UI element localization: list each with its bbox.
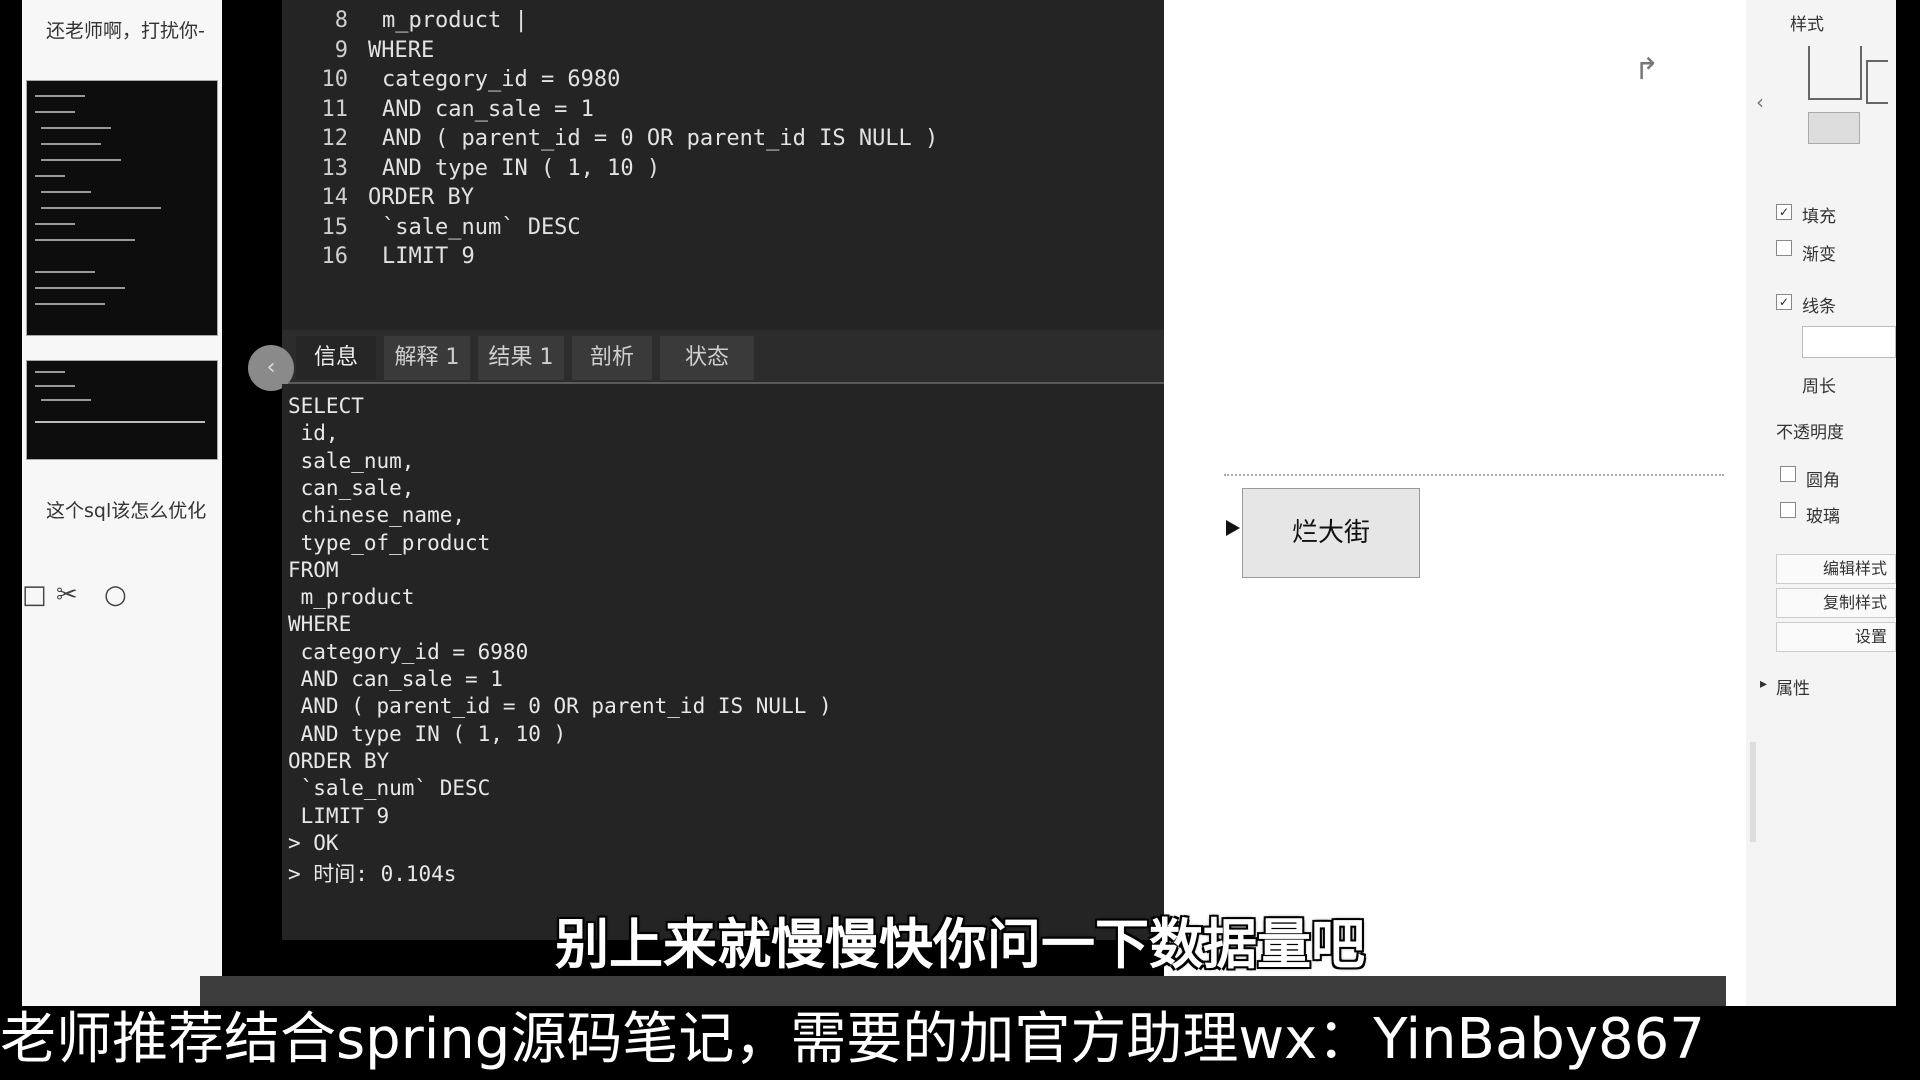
- result-line: m_product: [288, 585, 415, 610]
- result-line: can_sale,: [288, 475, 415, 500]
- properties-expand-icon[interactable]: ▸: [1760, 676, 1767, 692]
- code-text: `sale_num` DESC: [382, 214, 581, 240]
- video-subtitle: 别上来就慢慢快你问一下数据量吧: [555, 913, 1365, 976]
- line-checkbox[interactable]: ✓: [1776, 294, 1792, 310]
- node-expand-icon[interactable]: [1226, 520, 1240, 536]
- code-text: LIMIT 9: [382, 244, 475, 269]
- result-line: `sale_num` DESC: [288, 776, 491, 801]
- style-swatch-2[interactable]: [1808, 112, 1860, 144]
- result-tab-1[interactable]: 解释 1: [384, 336, 470, 380]
- result-line: LIMIT 9: [288, 803, 390, 828]
- line-number: 15: [321, 214, 349, 240]
- result-line: id,: [288, 421, 339, 446]
- glass-label: 玻璃: [1806, 507, 1840, 527]
- style-swatch-3[interactable]: [1866, 60, 1888, 104]
- chat-message-top: 还老师啊，打扰你-: [46, 20, 205, 42]
- result-line: type_of_product: [288, 530, 491, 555]
- bottom-strip: [200, 976, 1726, 1006]
- gradient-checkbox[interactable]: [1776, 240, 1792, 256]
- style-swatch-1[interactable]: [1808, 46, 1862, 100]
- line-label: 线条: [1802, 297, 1836, 317]
- result-line: > OK: [288, 830, 339, 855]
- result-line: WHERE: [288, 612, 352, 637]
- line-number: 8: [334, 8, 348, 33]
- result-line: > 时间: 0.104s: [288, 862, 457, 887]
- result-tab-4[interactable]: 状态: [660, 336, 754, 380]
- pointer-cursor-icon: ↱: [1634, 52, 1660, 87]
- promo-banner: 老师推荐结合spring源码笔记，需要的加官方助理wx：YinBaby867: [0, 1007, 1705, 1072]
- result-line: ORDER BY: [288, 748, 390, 773]
- editor-line[interactable]: 13 AND type IN ( 1, 10 ): [282, 155, 661, 185]
- glass-checkbox[interactable]: [1780, 502, 1796, 518]
- result-line: category_id = 6980: [288, 639, 529, 664]
- canvas-node[interactable]: 烂大街: [1242, 488, 1420, 578]
- sql-editor[interactable]: 8 m_product | 9 WHERE 10 category_id = 6980 11…: [282, 0, 1164, 330]
- code-text: m_product |: [382, 8, 528, 33]
- line-number: 10: [321, 67, 349, 92]
- editor-line[interactable]: 16 LIMIT 9: [282, 244, 475, 273]
- line-style-select[interactable]: [1802, 326, 1896, 358]
- canvas-guide-line: [1224, 474, 1724, 476]
- editor-line[interactable]: 8 m_product |: [282, 8, 528, 37]
- result-line: FROM: [288, 557, 339, 582]
- copy-style-button[interactable]: 复制样式: [1776, 588, 1896, 618]
- chat-screenshot-thumbnail-1[interactable]: [26, 80, 218, 336]
- chat-screenshot-thumbnail-2[interactable]: [26, 360, 218, 460]
- rounded-label: 圆角: [1806, 471, 1840, 491]
- edit-style-button[interactable]: 编辑样式: [1776, 554, 1896, 584]
- result-info-panel: SELECT id, sale_num, can_sale, chinese_n…: [282, 384, 1164, 940]
- result-tab-0[interactable]: 信息: [296, 336, 376, 380]
- line-number: 13: [321, 155, 349, 181]
- props-scrollbar[interactable]: [1750, 742, 1756, 842]
- line-number: 16: [321, 244, 349, 269]
- copy-icon[interactable]: □: [22, 580, 47, 610]
- line-number: 14: [321, 185, 349, 210]
- comment-icon[interactable]: ○: [104, 580, 127, 610]
- result-line: chinese_name,: [288, 503, 466, 528]
- result-line: AND ( parent_id = 0 OR parent_id IS NULL…: [288, 694, 832, 719]
- result-line: sale_num,: [288, 448, 415, 473]
- opacity-label: 不透明度: [1776, 423, 1844, 443]
- result-tab-3[interactable]: 剖析: [572, 336, 652, 380]
- format-panel: 样式 ‹ ✓ 填充 渐变 ✓ 线条 周长 不透明度 圆角 玻璃 编辑样式 复制样…: [1746, 0, 1896, 1006]
- result-tab-bar: 信息 解释 1 结果 1 剖析 状态: [282, 330, 1164, 384]
- editor-line[interactable]: 14 ORDER BY: [282, 185, 474, 214]
- result-tab-2[interactable]: 结果 1: [478, 336, 564, 380]
- settings-button[interactable]: 设置: [1776, 622, 1896, 652]
- code-text: category_id = 6980: [382, 67, 621, 92]
- perimeter-label: 周长: [1802, 377, 1836, 397]
- fill-label: 填充: [1802, 207, 1836, 227]
- line-number: 12: [321, 126, 349, 151]
- prev-style-icon[interactable]: ‹: [1756, 90, 1764, 114]
- chat-message-question: 这个sql该怎么优化: [46, 500, 207, 522]
- fill-checkbox[interactable]: ✓: [1776, 204, 1792, 220]
- chat-panel: 还老师啊，打扰你- 这个sql该怎么优化 □ ✂ ○: [22, 0, 222, 1006]
- editor-line[interactable]: 11 AND can_sale = 1: [282, 97, 594, 126]
- editor-line[interactable]: 15 `sale_num` DESC: [282, 215, 581, 244]
- gradient-label: 渐变: [1802, 245, 1836, 265]
- result-line: SELECT: [288, 394, 364, 418]
- editor-line[interactable]: 9 WHERE: [282, 38, 434, 67]
- line-number: 11: [321, 96, 349, 122]
- code-text: AND can_sale = 1: [382, 96, 594, 122]
- properties-section[interactable]: 属性: [1776, 674, 1810, 699]
- code-text: AND ( parent_id = 0 OR parent_id IS NULL…: [382, 126, 939, 151]
- style-title: 样式: [1790, 15, 1824, 35]
- result-line: AND can_sale = 1: [288, 667, 503, 691]
- code-text: ORDER BY: [368, 185, 474, 210]
- rounded-checkbox[interactable]: [1780, 466, 1796, 482]
- code-text: WHERE: [368, 37, 435, 63]
- line-number: 9: [334, 37, 348, 63]
- result-line: AND type IN ( 1, 10 ): [288, 721, 567, 746]
- scissors-icon[interactable]: ✂: [56, 580, 78, 610]
- editor-line[interactable]: 12 AND ( parent_id = 0 OR parent_id IS NU…: [282, 126, 939, 155]
- editor-line[interactable]: 10 category_id = 6980: [282, 67, 621, 96]
- code-text: AND type IN ( 1, 10 ): [382, 155, 661, 181]
